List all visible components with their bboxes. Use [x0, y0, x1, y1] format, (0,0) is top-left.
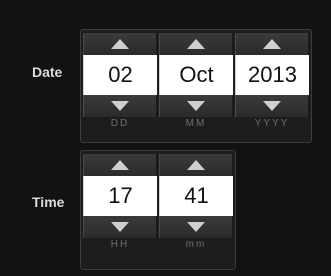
hour-value[interactable]: 17 [83, 176, 157, 216]
month-decrement-button[interactable] [159, 95, 233, 117]
year-spinner: 2013 YYYY [235, 33, 309, 133]
triangle-up-icon [111, 39, 129, 49]
time-spinner-group: 17 HH 41 mm [80, 150, 236, 270]
year-increment-button[interactable] [235, 33, 309, 55]
day-increment-button[interactable] [83, 33, 157, 55]
hour-unit-label: HH [110, 239, 130, 250]
triangle-up-icon [263, 39, 281, 49]
triangle-down-icon [187, 101, 205, 111]
date-spinner-group: 02 DD Oct MM 2013 YYYY [80, 29, 312, 143]
triangle-down-icon [111, 222, 129, 232]
time-label: Time [32, 194, 65, 210]
day-decrement-button[interactable] [83, 95, 157, 117]
minute-decrement-button[interactable] [159, 216, 233, 238]
month-value[interactable]: Oct [159, 55, 233, 95]
triangle-up-icon [187, 160, 205, 170]
hour-increment-button[interactable] [83, 154, 157, 176]
date-label: Date [32, 64, 63, 80]
month-increment-button[interactable] [159, 33, 233, 55]
hour-decrement-button[interactable] [83, 216, 157, 238]
minute-spinner: 41 mm [159, 154, 233, 254]
day-spinner: 02 DD [83, 33, 157, 133]
triangle-down-icon [187, 222, 205, 232]
minute-increment-button[interactable] [159, 154, 233, 176]
year-decrement-button[interactable] [235, 95, 309, 117]
hour-spinner: 17 HH [83, 154, 157, 254]
triangle-down-icon [263, 101, 281, 111]
year-unit-label: YYYY [254, 118, 290, 129]
triangle-up-icon [111, 160, 129, 170]
minute-unit-label: mm [185, 239, 207, 250]
day-value[interactable]: 02 [83, 55, 157, 95]
month-spinner: Oct MM [159, 33, 233, 133]
minute-value[interactable]: 41 [159, 176, 233, 216]
month-unit-label: MM [185, 118, 207, 129]
triangle-up-icon [187, 39, 205, 49]
triangle-down-icon [111, 101, 129, 111]
year-value[interactable]: 2013 [235, 55, 309, 95]
day-unit-label: DD [110, 118, 130, 129]
